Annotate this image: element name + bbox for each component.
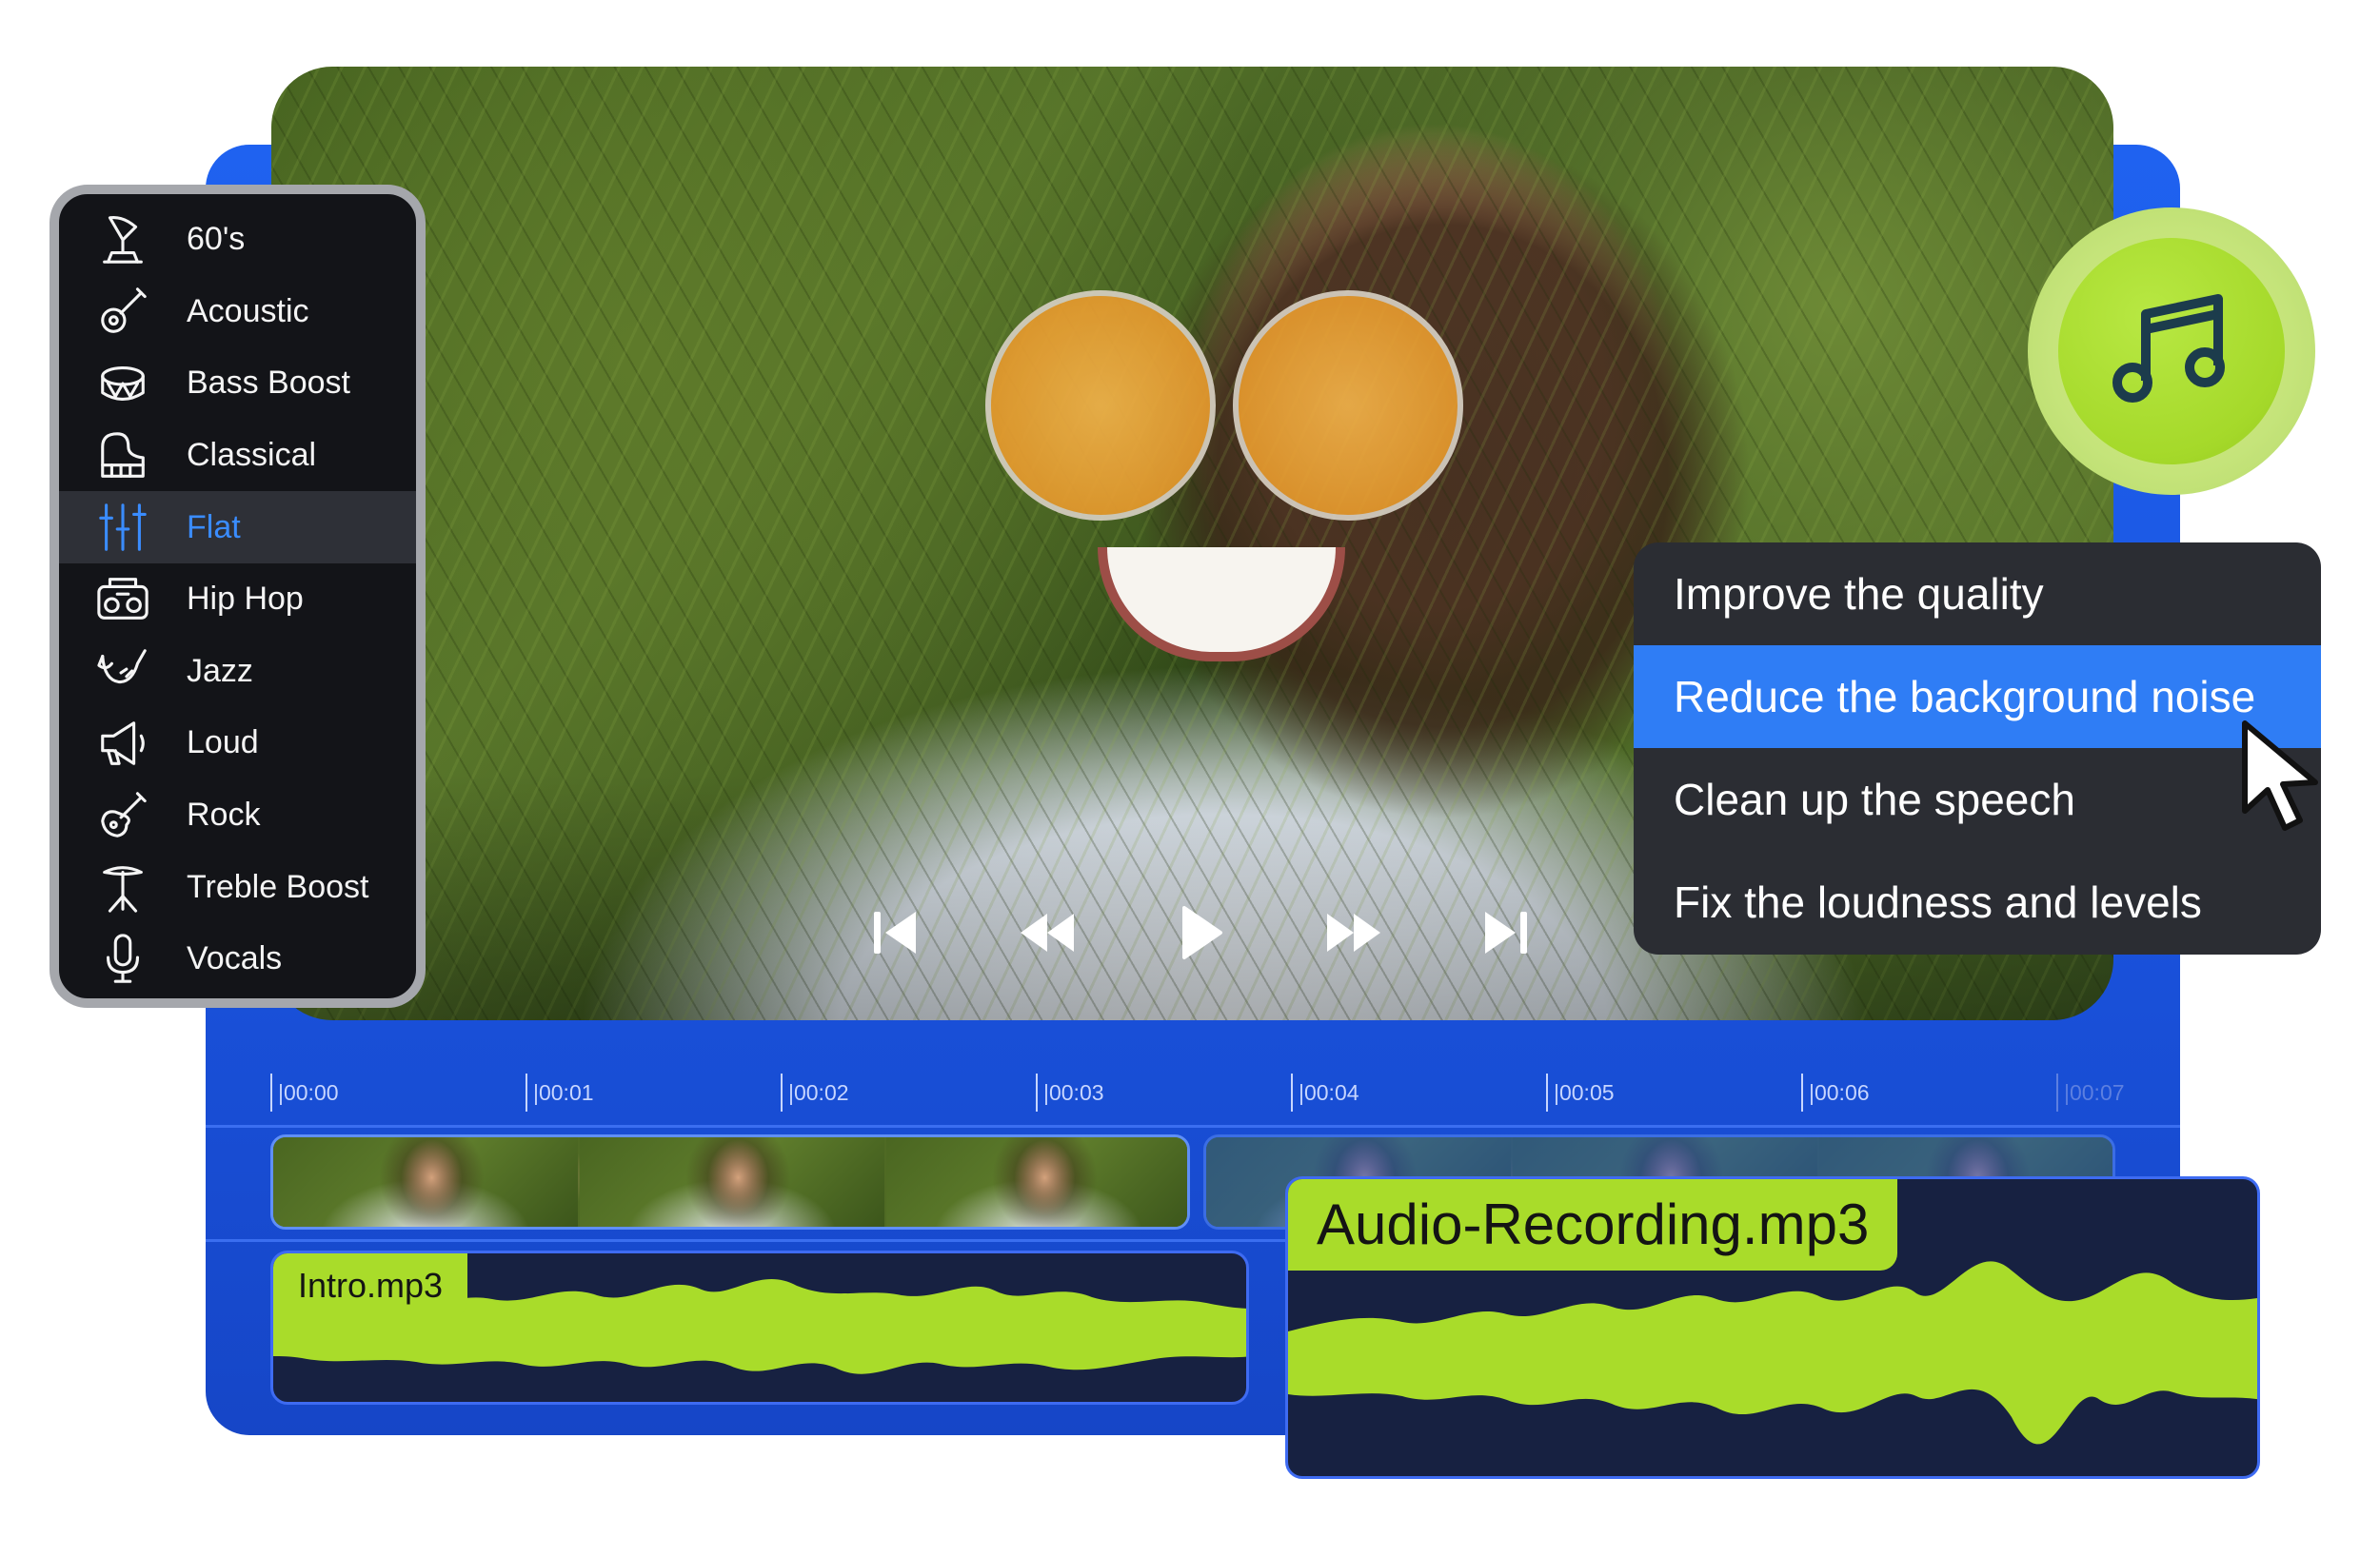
eq-item-jazz[interactable]: Jazz [59,636,416,708]
piano-icon [93,426,152,485]
eq-item-label: Rock [187,797,261,834]
rewind-icon[interactable] [1009,895,1085,971]
mouse-cursor-icon [2242,720,2318,831]
eq-item-treble-boost[interactable]: Treble Boost [59,851,416,923]
electric-guitar-icon [93,786,152,845]
drum-icon [93,354,152,413]
music-note-icon [2112,294,2225,403]
saxophone-icon [93,641,152,700]
ai-option-label: Improve the quality [1674,569,2044,619]
microphone-icon [93,930,152,989]
video-thumbnail [886,1137,1187,1227]
timeline-tick: |00:02 [781,1074,849,1112]
eq-item-flat[interactable]: Flat [59,491,416,563]
boombox-icon [93,570,152,629]
timeline-tick: |00:03 [1036,1074,1104,1112]
eq-item-rock[interactable]: Rock [59,779,416,852]
eq-item-label: Flat [187,508,241,545]
playback-controls [857,895,1618,971]
audio-clip-intro[interactable]: Intro.mp3 [270,1251,1249,1405]
ai-option-clean-speech[interactable]: Clean up the speech [1634,748,2321,851]
eq-item-vocals[interactable]: Vocals [59,923,416,995]
skip-forward-icon[interactable] [1468,895,1544,971]
timeline-ruler: |00:00 |00:01 |00:02 |00:03 |00:04 |00:0… [270,1074,2174,1112]
clip-filename: Intro.mp3 [273,1253,468,1318]
timeline-tick: |00:00 [270,1074,339,1112]
eq-item-label: 60's [187,221,246,258]
video-thumbnail [580,1137,884,1227]
ai-option-improve-quality[interactable]: Improve the quality [1634,542,2321,645]
eq-item-label: Vocals [187,940,283,977]
timeline-tick: |00:07 [2056,1074,2125,1112]
sunglasses-right-lens [1233,290,1463,521]
ai-option-label: Reduce the background noise [1674,672,2256,721]
ai-option-reduce-noise[interactable]: Reduce the background noise [1634,645,2321,748]
timeline-tick: |00:06 [1801,1074,1870,1112]
megaphone-icon [93,714,152,773]
ai-option-fix-loudness[interactable]: Fix the loudness and levels [1634,851,2321,954]
acoustic-guitar-icon [93,282,152,341]
eq-item-bass-boost[interactable]: Bass Boost [59,347,416,420]
eq-item-classical[interactable]: Classical [59,420,416,492]
gramophone-icon [93,210,152,269]
fast-forward-icon[interactable] [1316,895,1392,971]
music-badge[interactable] [2058,238,2285,464]
eq-preset-menu: 60's Acoustic Bass Boost Classical Flat … [50,185,426,1008]
play-icon[interactable] [1161,895,1238,971]
timeline-tick: |00:04 [1291,1074,1359,1112]
eq-item-label: Hip Hop [187,581,304,618]
track-divider [206,1125,2180,1128]
timeline-tick: |00:01 [526,1074,594,1112]
eq-item-label: Acoustic [187,292,309,329]
eq-item-label: Jazz [187,652,253,689]
video-thumbnail [273,1137,578,1227]
equalizer-sliders-icon [93,498,152,557]
ai-option-label: Fix the loudness and levels [1674,877,2202,927]
video-clip[interactable] [270,1134,1190,1230]
eq-item-60s[interactable]: 60's [59,204,416,276]
cymbal-icon [93,857,152,916]
eq-item-label: Classical [187,437,317,474]
timeline-tick: |00:05 [1546,1074,1615,1112]
eq-item-loud[interactable]: Loud [59,707,416,779]
ai-option-label: Clean up the speech [1674,775,2075,824]
clip-filename: Audio-Recording.mp3 [1288,1179,1898,1271]
eq-item-acoustic[interactable]: Acoustic [59,276,416,348]
audio-ai-menu: Improve the quality Reduce the backgroun… [1634,542,2321,955]
eq-item-label: Loud [187,724,259,761]
skip-back-icon[interactable] [857,895,933,971]
eq-item-label: Treble Boost [187,868,369,905]
eq-item-hip-hop[interactable]: Hip Hop [59,563,416,636]
audio-clip-recording[interactable]: Audio-Recording.mp3 [1285,1176,2260,1479]
sunglasses-left-lens [985,290,1216,521]
eq-item-label: Bass Boost [187,365,350,402]
